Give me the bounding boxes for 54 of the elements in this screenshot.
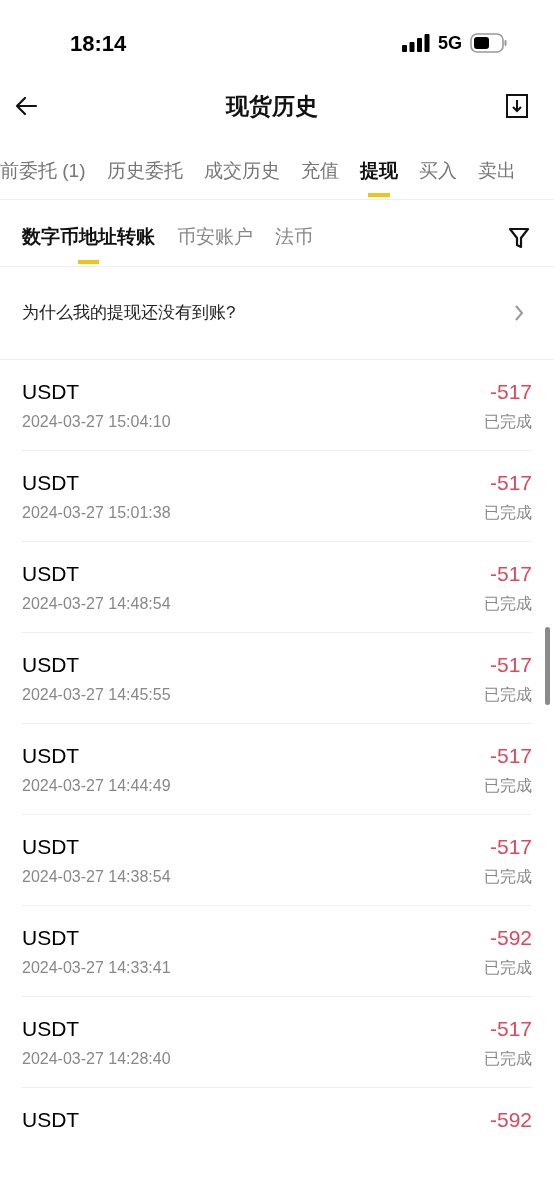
amount: -592 (489, 925, 532, 951)
page-title: 现货历史 (226, 91, 318, 121)
coin-name: USDT (22, 470, 81, 496)
amount: -517 (489, 1016, 532, 1042)
record-time: 2024-03-27 15:04:10 (22, 412, 171, 432)
record-status: 已完成 (484, 1049, 532, 1069)
record-time: 2024-03-27 14:33:41 (22, 958, 171, 978)
amount: -517 (489, 470, 532, 496)
record-status: 已完成 (484, 503, 532, 523)
record-status: 已完成 (484, 685, 532, 705)
sub-tab[interactable]: 数字币地址转账 (22, 222, 155, 266)
amount: -517 (489, 743, 532, 769)
tab[interactable]: 买入 (418, 156, 457, 199)
chevron-right-icon (514, 304, 524, 322)
battery-icon (470, 33, 508, 53)
signal-icon (402, 34, 430, 52)
record-time: 2024-03-27 14:28:40 (22, 1049, 171, 1069)
record-time: 2024-03-27 14:45:55 (22, 685, 171, 705)
clock: 18:14 (70, 29, 127, 58)
record-time: 2024-03-27 14:48:54 (22, 594, 171, 614)
coin-name: USDT (22, 379, 81, 405)
record-time: 2024-03-27 14:38:54 (22, 867, 171, 887)
coin-name: USDT (22, 561, 81, 587)
record-status: 已完成 (484, 412, 532, 432)
coin-name: USDT (22, 1107, 80, 1133)
amount: -517 (489, 652, 532, 678)
record-status: 已完成 (484, 867, 532, 887)
amount: -592 (489, 1107, 532, 1133)
coin-name: USDT (22, 1016, 81, 1042)
amount: -517 (489, 379, 532, 405)
coin-name: USDT (22, 743, 81, 769)
tab[interactable]: 成交历史 (203, 156, 280, 199)
sub-tab[interactable]: 币安账户 (177, 222, 253, 266)
record-status: 已完成 (484, 958, 532, 978)
record-status: 已完成 (484, 776, 532, 796)
amount: -517 (489, 561, 532, 587)
tab[interactable]: 卖出 (477, 156, 516, 199)
tab[interactable]: 充值 (300, 156, 339, 199)
coin-name: USDT (22, 652, 81, 678)
back-icon[interactable] (14, 96, 38, 116)
record-status: 已完成 (484, 594, 532, 614)
tab[interactable]: 提现 (359, 156, 398, 199)
coin-name: USDT (22, 834, 81, 860)
withdrawal-help-link[interactable]: 为什么我的提现还没有到账? (0, 267, 554, 360)
coin-name: USDT (22, 925, 81, 951)
record-time: 2024-03-27 15:01:38 (22, 503, 171, 523)
download-icon[interactable] (506, 94, 528, 118)
tab[interactable]: 历史委托 (106, 156, 183, 199)
record-time: 2024-03-27 14:44:49 (22, 776, 171, 796)
amount: -517 (489, 834, 532, 860)
tab[interactable]: 前委托 (1) (0, 156, 86, 199)
filter-icon[interactable] (508, 226, 530, 250)
network-label: 5G (438, 31, 462, 55)
sub-tab[interactable]: 法币 (275, 222, 313, 266)
